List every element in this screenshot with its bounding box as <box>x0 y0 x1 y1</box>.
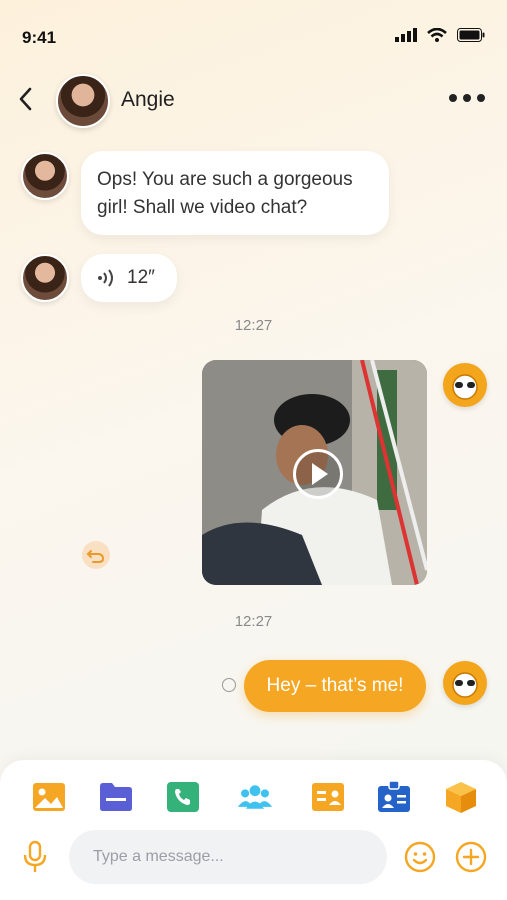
message-text-line: Ops! You are such a gorgeous <box>97 169 353 190</box>
voice-message-bubble[interactable]: 12″ <box>81 254 177 302</box>
emoji-icon[interactable] <box>404 841 436 873</box>
timestamp: 12:27 <box>234 613 273 630</box>
composer-input-row <box>0 830 507 886</box>
image-icon[interactable] <box>31 780 67 814</box>
more-dot <box>477 94 485 102</box>
phone-icon[interactable] <box>165 780 201 814</box>
badge-icon[interactable] <box>376 780 412 814</box>
glasses-face-icon <box>452 672 478 698</box>
message-input[interactable] <box>69 830 387 884</box>
composer-panel <box>0 760 507 900</box>
wifi-icon <box>427 28 447 42</box>
package-icon[interactable] <box>443 780 479 814</box>
outgoing-message-bubble[interactable]: Hey – that’s me! <box>244 660 426 712</box>
sender-avatar[interactable] <box>21 152 69 200</box>
timestamp: 12:27 <box>234 317 273 334</box>
attachment-toolbar <box>0 780 507 816</box>
video-thumbnail[interactable] <box>202 360 427 585</box>
back-arrow-icon[interactable] <box>14 84 38 114</box>
more-dot <box>463 94 471 102</box>
signal-icon <box>395 28 417 42</box>
battery-icon <box>457 28 485 42</box>
contact-card-icon[interactable] <box>310 780 346 814</box>
play-icon[interactable] <box>293 449 343 499</box>
my-avatar[interactable] <box>443 661 487 705</box>
add-icon[interactable] <box>455 841 487 873</box>
chat-header: Angie <box>0 70 507 132</box>
voice-wave-icon <box>98 269 113 287</box>
more-options-icon[interactable] <box>449 88 489 108</box>
folder-icon[interactable] <box>98 780 134 814</box>
status-time: 9:41 <box>22 28 57 47</box>
sender-avatar[interactable] <box>21 254 69 302</box>
glasses-face-icon <box>452 374 478 400</box>
contact-name[interactable]: Angie <box>121 88 175 112</box>
status-bar: 9:41 <box>0 0 507 70</box>
voice-duration: 12″ <box>127 267 155 288</box>
microphone-icon[interactable] <box>22 840 48 874</box>
contact-avatar[interactable] <box>56 74 110 128</box>
message-text-line: girl! Shall we video chat? <box>97 197 308 218</box>
incoming-message-bubble[interactable]: Ops! You are such a gorgeous girl! Shall… <box>81 151 389 235</box>
group-icon[interactable] <box>237 780 273 814</box>
status-icons <box>395 28 485 42</box>
sent-status-icon <box>222 678 236 692</box>
undo-icon[interactable] <box>82 541 110 569</box>
more-dot <box>449 94 457 102</box>
my-avatar[interactable] <box>443 363 487 407</box>
